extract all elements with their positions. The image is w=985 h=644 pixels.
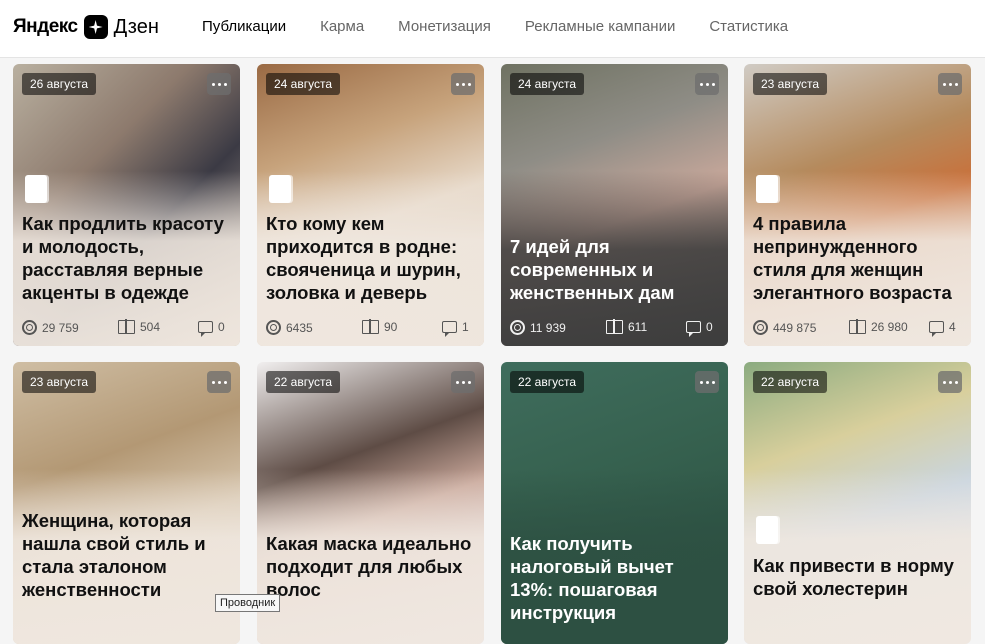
card-date-badge: 22 августа (266, 371, 341, 393)
comments-count: 0 (706, 320, 713, 334)
stat-comments: 0 (198, 320, 225, 337)
views-icon (753, 320, 768, 335)
card-title[interactable]: 4 правила непринужденного стиля для женщ… (753, 212, 961, 304)
card-stats: 6435 90 1 (266, 319, 474, 337)
more-options-icon[interactable] (207, 73, 231, 95)
stat-reads: 90 (362, 319, 398, 334)
views-icon (510, 320, 525, 335)
publication-card[interactable]: 24 августа 7 идей для современных и женст… (501, 64, 728, 346)
stat-comments: 1 (442, 320, 469, 337)
stat-reads: 611 (606, 319, 648, 334)
more-options-icon[interactable] (938, 371, 962, 393)
stat-comments: 0 (686, 320, 713, 337)
views-count: 11 939 (530, 320, 566, 335)
views-icon (266, 320, 281, 335)
card-date-badge: 24 августа (510, 73, 585, 95)
comments-icon (686, 321, 701, 337)
publication-card[interactable]: 22 августа Как привести в норму свой холе… (744, 362, 971, 644)
stat-reads: 26 980 (849, 319, 908, 334)
views-icon (22, 320, 37, 335)
card-date-badge: 24 августа (266, 73, 341, 95)
publication-card[interactable]: 23 августа 4 правила непринужденного стил… (744, 64, 971, 346)
stat-views: 11 939 (510, 320, 566, 335)
stat-views: 29 759 (22, 320, 79, 335)
stat-comments: 4 (929, 320, 956, 337)
reads-count: 90 (384, 320, 398, 334)
article-type-icon (269, 175, 291, 203)
reads-count: 26 980 (871, 320, 908, 334)
views-count: 6435 (286, 320, 313, 335)
more-options-icon[interactable] (451, 73, 475, 95)
card-stats: 11 939 611 0 (510, 319, 718, 337)
publication-card[interactable]: 22 августа Какая маска идеально подходит … (257, 362, 484, 644)
more-options-icon[interactable] (938, 73, 962, 95)
comments-icon (929, 321, 944, 337)
card-title[interactable]: Кто кому кем приходится в родне: своячен… (266, 212, 474, 304)
reads-icon (849, 319, 866, 334)
card-title[interactable]: Какая маска идеально подходит для любых … (266, 532, 474, 601)
card-title[interactable]: Как продлить красоту и молодость, расста… (22, 212, 230, 304)
card-title[interactable]: Как получить налоговый вычет 13%: пошаго… (510, 532, 718, 624)
reads-icon (606, 319, 623, 334)
card-stats: 449 875 26 980 4 (753, 319, 961, 337)
article-type-icon (756, 516, 778, 544)
card-title[interactable]: 7 идей для современных и женственных дам (510, 235, 718, 304)
logo-text-yandex: Яндекс (13, 16, 78, 37)
card-date-badge: 23 августа (753, 73, 828, 95)
card-title[interactable]: Как привести в норму свой холестерин (753, 554, 961, 600)
views-count: 449 875 (773, 320, 817, 335)
stat-views: 6435 (266, 320, 313, 335)
card-date-badge: 23 августа (22, 371, 97, 393)
comments-count: 0 (218, 320, 225, 334)
nav-item-karma[interactable]: Карма (320, 18, 364, 35)
reads-count: 504 (140, 320, 161, 334)
card-title[interactable]: Женщина, которая нашла свой стиль и стал… (22, 509, 230, 601)
comments-icon (198, 321, 213, 337)
logo-text-zen: Дзен (113, 15, 159, 38)
stat-reads: 504 (118, 319, 161, 334)
nav-item-statistics[interactable]: Статистика (709, 18, 788, 35)
more-options-icon[interactable] (451, 371, 475, 393)
comments-icon (442, 321, 457, 337)
top-bar: Яндекс Дзен Публикации Карма Монетизация… (0, 0, 985, 58)
reads-count: 611 (628, 320, 648, 334)
nav-item-ad-campaigns[interactable]: Рекламные кампании (525, 18, 675, 35)
card-stats: 29 759 504 0 (22, 319, 230, 337)
more-options-icon[interactable] (695, 371, 719, 393)
reads-icon (362, 319, 379, 334)
publication-card[interactable]: 23 августа Женщина, которая нашла свой ст… (13, 362, 240, 644)
card-date-badge: 22 августа (510, 371, 585, 393)
comments-count: 1 (462, 320, 469, 334)
card-date-badge: 26 августа (22, 73, 97, 95)
article-type-icon (756, 175, 778, 203)
publication-card[interactable]: 26 августа Как продлить красоту и молодос… (13, 64, 240, 346)
more-options-icon[interactable] (695, 73, 719, 95)
yandex-zen-logo[interactable]: Яндекс Дзен (13, 13, 159, 41)
publication-card[interactable]: 22 августа Как получить налоговый вычет 1… (501, 362, 728, 644)
views-count: 29 759 (42, 320, 79, 335)
card-date-badge: 22 августа (753, 371, 828, 393)
nav-item-publications[interactable]: Публикации (202, 18, 286, 35)
article-type-icon (25, 175, 47, 203)
zen-star-icon (83, 15, 108, 39)
publication-card[interactable]: 24 августа Кто кому кем приходится в родн… (257, 64, 484, 346)
nav-item-monetization[interactable]: Монетизация (398, 18, 491, 35)
tooltip: Проводник (215, 594, 281, 612)
stat-views: 449 875 (753, 320, 816, 335)
reads-icon (118, 319, 135, 334)
more-options-icon[interactable] (207, 371, 231, 393)
main-nav: Публикации Карма Монетизация Рекламные к… (202, 18, 822, 35)
comments-count: 4 (949, 320, 956, 334)
